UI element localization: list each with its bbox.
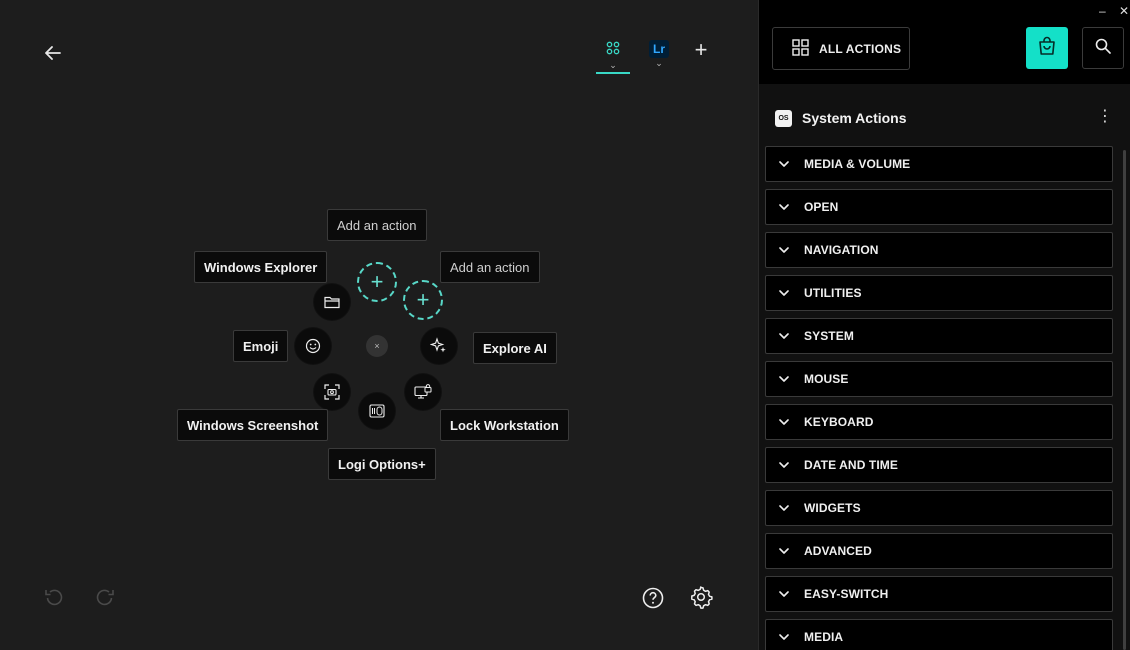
chevron-down-icon [778, 547, 790, 555]
more-options-icon[interactable]: ⋮ [1097, 108, 1113, 126]
category-list: MEDIA & VOLUME OPEN NAVIGATION UTILITIES SYS… [765, 146, 1113, 650]
shopping-bag-icon [1037, 36, 1057, 61]
category-row[interactable]: MEDIA [765, 619, 1113, 650]
chevron-down-icon [778, 246, 790, 254]
undo-icon[interactable] [42, 585, 66, 609]
close-radial-button[interactable]: × [366, 335, 388, 357]
category-row[interactable]: MEDIA & VOLUME [765, 146, 1113, 182]
category-label: SYSTEM [804, 329, 854, 343]
section-title: System Actions [802, 110, 907, 126]
category-label: MEDIA [804, 630, 844, 644]
chevron-down-icon [778, 203, 790, 211]
windows-explorer-label[interactable]: Windows Explorer [194, 251, 328, 283]
chevron-down-icon: ⌄ [609, 60, 617, 70]
os-badge-icon: OS [775, 109, 792, 127]
actions-panel: – ✕ ALL ACTIONS OS System Actions ⋮ MEDI… [758, 0, 1130, 650]
sparkle-ai-icon[interactable] [421, 328, 457, 364]
grid-icon [792, 38, 809, 59]
tab-lightroom[interactable]: Lr ⌄ [642, 36, 676, 74]
search-button[interactable] [1082, 27, 1124, 69]
panel-header: – ✕ ALL ACTIONS [759, 0, 1130, 84]
category-row[interactable]: EASY-SWITCH [765, 576, 1113, 612]
category-label: MEDIA & VOLUME [804, 157, 911, 171]
screenshot-icon[interactable] [314, 374, 350, 410]
category-row[interactable]: ADVANCED [765, 533, 1113, 569]
category-row[interactable]: UTILITIES [765, 275, 1113, 311]
chevron-down-icon [778, 504, 790, 512]
redo-icon[interactable] [93, 585, 117, 609]
chevron-down-icon [778, 332, 790, 340]
category-label: UTILITIES [804, 286, 862, 300]
lightroom-icon: Lr [649, 40, 669, 58]
marketplace-button[interactable] [1026, 27, 1068, 69]
windows-screenshot-label[interactable]: Windows Screenshot [177, 409, 329, 441]
active-tab-indicator [596, 72, 630, 74]
folder-icon[interactable] [314, 284, 350, 320]
help-icon[interactable] [641, 586, 665, 610]
all-actions-label: ALL ACTIONS [819, 41, 902, 56]
emoji-icon[interactable] [295, 328, 331, 364]
category-label: ADVANCED [804, 544, 872, 558]
config-canvas: ⌄ Lr ⌄ + + + × Add an action Add an acti… [0, 0, 758, 650]
chevron-down-icon [778, 590, 790, 598]
category-label: DATE AND TIME [804, 458, 898, 472]
add-action-label-right[interactable]: Add an action [440, 251, 540, 283]
category-label: NAVIGATION [804, 243, 879, 257]
settings-gear-icon[interactable] [689, 585, 713, 609]
category-row[interactable]: WIDGETS [765, 490, 1113, 526]
apps-grid-icon [606, 41, 620, 60]
add-action-slot-right[interactable]: + [403, 280, 443, 320]
logi-options-label[interactable]: Logi Options+ [328, 448, 436, 480]
add-action-slot-top[interactable]: + [357, 262, 397, 302]
category-label: OPEN [804, 200, 839, 214]
chevron-down-icon [778, 375, 790, 383]
all-actions-button[interactable]: ALL ACTIONS [772, 27, 910, 70]
section-header: OS System Actions ⋮ [775, 106, 1115, 130]
category-label: KEYBOARD [804, 415, 874, 429]
chevron-down-icon [778, 418, 790, 426]
category-row[interactable]: MOUSE [765, 361, 1113, 397]
logi-options-icon[interactable] [359, 393, 395, 429]
tab-all-applications[interactable]: ⌄ [596, 36, 630, 74]
add-action-label-top[interactable]: Add an action [327, 209, 427, 241]
chevron-down-icon: ⌄ [655, 58, 663, 68]
category-row[interactable]: NAVIGATION [765, 232, 1113, 268]
search-icon [1095, 38, 1111, 59]
back-arrow-icon[interactable] [42, 42, 64, 64]
minimize-icon[interactable]: – [1099, 4, 1106, 18]
chevron-down-icon [778, 160, 790, 168]
category-label: WIDGETS [804, 501, 861, 515]
chevron-down-icon [778, 289, 790, 297]
category-label: MOUSE [804, 372, 849, 386]
category-row[interactable]: SYSTEM [765, 318, 1113, 354]
category-label: EASY-SWITCH [804, 587, 889, 601]
chevron-down-icon [778, 461, 790, 469]
lock-workstation-icon[interactable] [405, 374, 441, 410]
chevron-down-icon [778, 633, 790, 641]
emoji-label[interactable]: Emoji [233, 330, 289, 362]
lock-workstation-label[interactable]: Lock Workstation [440, 409, 569, 441]
category-row[interactable]: OPEN [765, 189, 1113, 225]
explore-ai-label[interactable]: Explore AI [473, 332, 557, 364]
add-application-button[interactable]: + [690, 39, 712, 62]
scrollbar[interactable] [1123, 150, 1126, 650]
close-icon[interactable]: ✕ [1119, 4, 1129, 18]
category-row[interactable]: DATE AND TIME [765, 447, 1113, 483]
category-row[interactable]: KEYBOARD [765, 404, 1113, 440]
